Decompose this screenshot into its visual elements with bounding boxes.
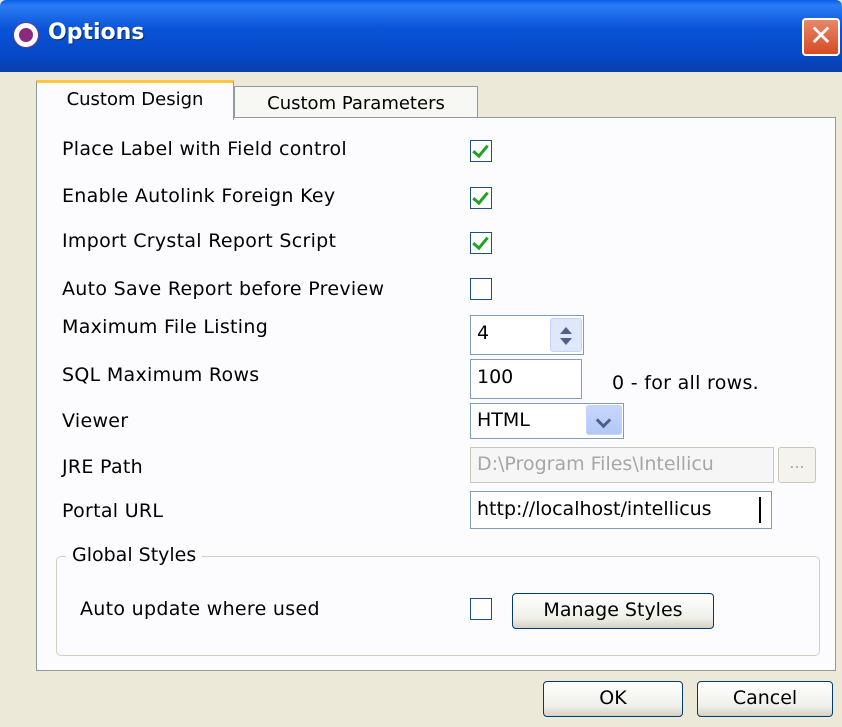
jre-path-value: D:\Program Files\Intellicu (477, 453, 714, 475)
autolink-checkbox[interactable] (470, 187, 492, 209)
browse-button[interactable]: ... (778, 447, 816, 483)
auto-update-checkbox[interactable] (470, 598, 492, 620)
browse-button-label: ... (789, 453, 805, 472)
autolink-label: Enable Autolink Foreign Key (62, 185, 336, 207)
sql-max-rows-label: SQL Maximum Rows (62, 364, 260, 386)
manage-styles-button[interactable]: Manage Styles (512, 593, 714, 629)
title-bar[interactable]: Options ✕ (0, 0, 842, 72)
tab-custom-design[interactable]: Custom Design (36, 80, 234, 120)
manage-styles-label: Manage Styles (543, 599, 683, 621)
spinner-up-icon[interactable] (560, 327, 572, 334)
viewer-value: HTML (477, 409, 530, 431)
close-icon: ✕ (809, 19, 833, 52)
close-button[interactable]: ✕ (802, 18, 840, 56)
max-file-listing-value: 4 (477, 322, 490, 344)
jre-path-input[interactable]: D:\Program Files\Intellicu (470, 447, 774, 483)
global-styles-title: Global Styles (66, 544, 203, 566)
chevron-down-icon[interactable] (586, 405, 622, 435)
app-icon (14, 23, 38, 47)
checkmark-icon (472, 232, 489, 251)
crystal-script-checkbox[interactable] (470, 232, 492, 254)
cancel-button-label: Cancel (732, 687, 798, 709)
cancel-button[interactable]: Cancel (697, 681, 833, 717)
portal-url-label: Portal URL (62, 500, 164, 522)
tab-label: Custom Design (66, 89, 204, 110)
place-label-label: Place Label with Field control (62, 138, 347, 160)
spinner-down-icon[interactable] (560, 338, 572, 345)
max-file-listing-spinner[interactable] (550, 318, 582, 352)
auto-save-checkbox[interactable] (470, 278, 492, 300)
sql-max-rows-hint: 0 - for all rows. (612, 372, 760, 394)
portal-url-value: http://localhost/intellicus (477, 498, 712, 520)
portal-url-input[interactable]: http://localhost/intellicus (470, 491, 772, 529)
sql-max-rows-input[interactable]: 100 (470, 359, 582, 399)
max-file-listing-label: Maximum File Listing (62, 316, 269, 338)
ok-button[interactable]: OK (543, 681, 683, 717)
window-title: Options (48, 20, 145, 45)
sql-max-rows-value: 100 (477, 366, 514, 388)
viewer-label: Viewer (62, 410, 129, 432)
auto-save-label: Auto Save Report before Preview (62, 278, 385, 300)
checkmark-icon (472, 187, 489, 206)
ok-button-label: OK (599, 687, 627, 709)
text-cursor (759, 497, 761, 523)
jre-path-label: JRE Path (62, 456, 143, 478)
place-label-checkbox[interactable] (470, 140, 492, 162)
checkmark-icon (472, 140, 489, 159)
auto-update-label: Auto update where used (80, 598, 320, 620)
crystal-script-label: Import Crystal Report Script (62, 230, 337, 252)
tab-label: Custom Parameters (267, 93, 445, 114)
